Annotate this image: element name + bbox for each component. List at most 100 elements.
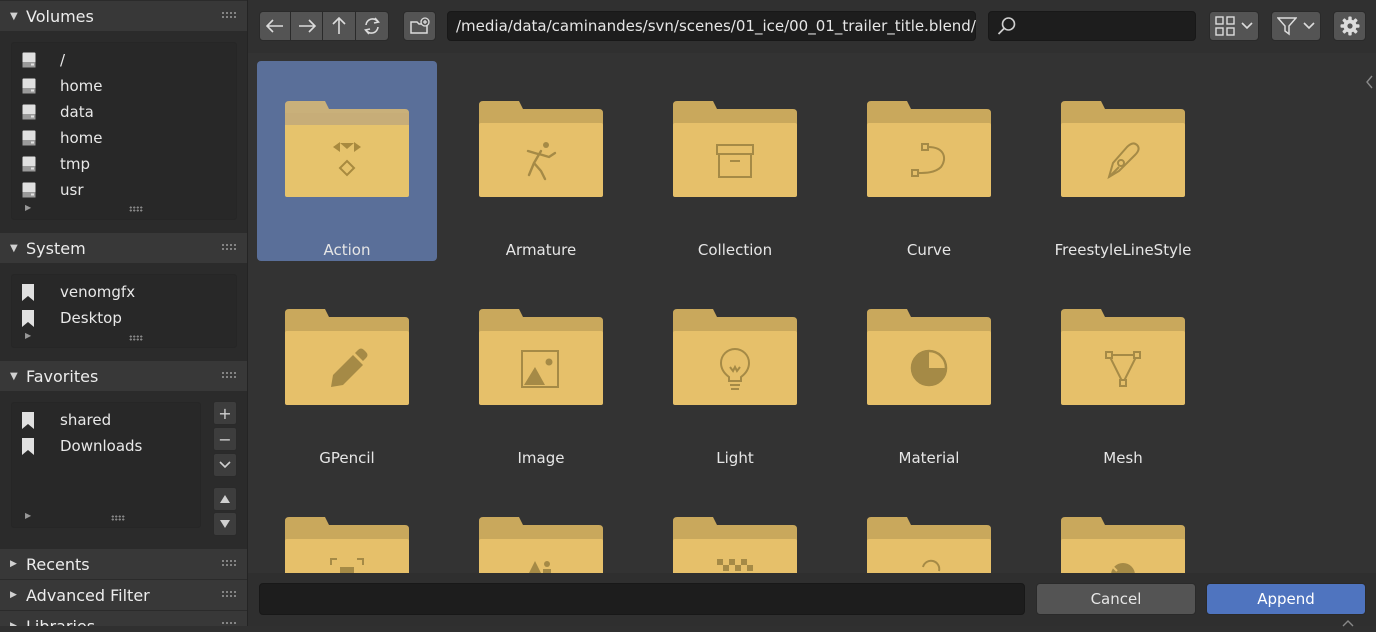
grid-item-partial[interactable]: [285, 517, 409, 573]
list-item[interactable]: tmp: [22, 151, 90, 177]
new-folder-icon: [409, 17, 430, 34]
folder-icon: [285, 101, 409, 197]
panel-header-libraries[interactable]: ▶ Libraries: [0, 611, 247, 626]
grid-item-label: Material: [898, 449, 960, 467]
filter-dropdown[interactable]: [1271, 11, 1321, 41]
display-mode-dropdown[interactable]: [1209, 11, 1259, 41]
grid-item-partial[interactable]: [673, 517, 797, 573]
list-item[interactable]: venomgfx: [22, 279, 135, 305]
add-favorite-button[interactable]: +: [213, 401, 237, 425]
grid-item-collection[interactable]: Collection: [645, 61, 825, 261]
folder-icon: [673, 309, 797, 405]
list-item[interactable]: Downloads: [22, 433, 142, 459]
corner-chevron-icon[interactable]: [1340, 616, 1356, 627]
favorites-list: shared Downloads ▶: [11, 402, 201, 528]
panel-header-system[interactable]: ▼ System: [0, 233, 247, 263]
system-list: venomgfx Desktop ▶: [11, 274, 237, 348]
folder-icon: [479, 101, 603, 197]
arrow-right-icon: [298, 19, 316, 33]
expand-triangle-icon[interactable]: ▶: [25, 331, 31, 340]
resize-grip-icon[interactable]: [129, 206, 143, 212]
grid-item-gpencil[interactable]: GPencil: [257, 269, 437, 469]
favorites-menu-button[interactable]: [213, 453, 237, 477]
expand-triangle-icon: ▶: [10, 590, 17, 600]
drag-grip-icon[interactable]: [221, 11, 237, 19]
list-item[interactable]: usr: [22, 177, 84, 203]
list-item[interactable]: home: [22, 125, 103, 151]
folder-icon: [285, 517, 409, 573]
expand-triangle-icon[interactable]: ▶: [25, 511, 31, 520]
new-folder-button[interactable]: [403, 11, 436, 41]
back-button[interactable]: [259, 11, 291, 41]
panel-header-advanced-filter[interactable]: ▶ Advanced Filter: [0, 580, 247, 610]
disk-icon: [22, 130, 42, 146]
panel-title: System: [26, 238, 86, 258]
move-up-button[interactable]: [213, 487, 237, 511]
volumes-list: / home data home tmp usr ▶: [11, 42, 237, 220]
resize-grip-icon[interactable]: [129, 335, 143, 341]
drag-grip-icon[interactable]: [221, 590, 237, 598]
disk-icon: [22, 182, 42, 198]
list-item[interactable]: home: [22, 73, 103, 99]
filename-input[interactable]: [259, 583, 1025, 615]
grid-item-label: Armature: [505, 241, 577, 259]
sidebar-toggle-icon[interactable]: [1364, 72, 1376, 92]
list-item[interactable]: data: [22, 99, 94, 125]
cancel-button[interactable]: Cancel: [1036, 583, 1196, 615]
favorite-label: shared: [60, 411, 112, 429]
grid-item-partial[interactable]: [867, 517, 991, 573]
system-label: venomgfx: [60, 283, 136, 301]
drag-grip-icon[interactable]: [221, 559, 237, 567]
forward-button[interactable]: [290, 11, 323, 41]
grid-item-image[interactable]: Image: [451, 269, 631, 469]
material-icon: [910, 349, 948, 387]
favorite-label: Downloads: [60, 437, 143, 455]
grid-item-curve[interactable]: Curve: [839, 61, 1019, 261]
resize-grip-icon[interactable]: [111, 515, 125, 521]
panel-header-volumes[interactable]: ▼ Volumes: [0, 1, 247, 31]
drag-grip-icon[interactable]: [221, 371, 237, 379]
chevron-down-icon: [219, 461, 231, 469]
panel-title: Favorites: [26, 366, 99, 386]
grid-item-partial[interactable]: [1061, 517, 1185, 573]
grid-item-light[interactable]: Light: [645, 269, 825, 469]
list-item[interactable]: Desktop: [22, 305, 122, 331]
parent-directory-button[interactable]: [322, 11, 356, 41]
arrow-down-icon: [220, 520, 230, 528]
remove-favorite-button[interactable]: −: [213, 427, 237, 451]
search-field[interactable]: [988, 11, 1196, 41]
expand-triangle-icon: ▶: [10, 559, 17, 569]
system-label: Desktop: [60, 309, 122, 327]
search-icon: [997, 17, 1016, 35]
list-item[interactable]: shared: [22, 407, 111, 433]
grid-item-mesh[interactable]: Mesh: [1033, 269, 1213, 469]
settings-button[interactable]: [1333, 11, 1366, 41]
disk-icon: [22, 78, 42, 94]
drag-grip-icon[interactable]: [221, 621, 237, 626]
path-field[interactable]: /media/data/caminandes/svn/scenes/01_ice…: [447, 11, 976, 41]
gear-icon: [1340, 16, 1359, 36]
panel-title: Volumes: [26, 6, 94, 26]
panel-header-recents[interactable]: ▶ Recents: [0, 549, 247, 579]
grid-item-label: Light: [716, 449, 754, 467]
refresh-button[interactable]: [355, 11, 389, 41]
panel-title: Recents: [26, 554, 90, 574]
bookmark-icon: [22, 283, 42, 301]
folder-icon: [867, 517, 991, 573]
panel-title: Advanced Filter: [26, 585, 150, 605]
grid-item-label: Collection: [697, 241, 773, 259]
grid-item-freestylelinestyle[interactable]: FreestyleLineStyle: [1033, 61, 1213, 261]
grid-item-partial[interactable]: [479, 517, 603, 573]
bookmark-icon: [22, 309, 42, 327]
grid-item-action[interactable]: Action: [257, 61, 437, 261]
drag-grip-icon[interactable]: [221, 243, 237, 251]
expand-triangle-icon[interactable]: ▶: [25, 203, 31, 212]
panel-header-favorites[interactable]: ▼ Favorites: [0, 361, 247, 391]
move-down-button[interactable]: [213, 512, 237, 536]
append-button[interactable]: Append: [1206, 583, 1366, 615]
grid-item-armature[interactable]: Armature: [451, 61, 631, 261]
list-item[interactable]: /: [22, 47, 65, 73]
grid-item-label: FreestyleLineStyle: [1054, 241, 1192, 259]
folder-icon: [285, 309, 409, 405]
grid-item-material[interactable]: Material: [839, 269, 1019, 469]
